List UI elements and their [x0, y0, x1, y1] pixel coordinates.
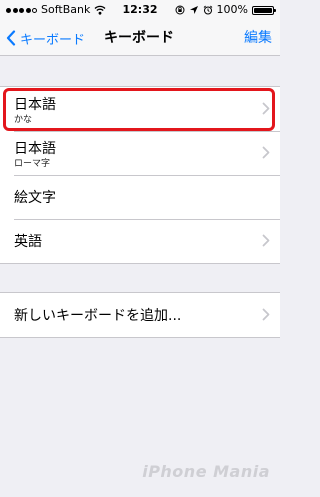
page-title: キーボード	[104, 30, 174, 46]
add-keyboard-group: 新しいキーボードを追加...	[0, 292, 280, 338]
alarm-icon	[203, 5, 212, 15]
add-keyboard-label: 新しいキーボードを追加...	[14, 308, 182, 324]
keyboard-subtitle: かな	[14, 115, 33, 125]
keyboard-item-japanese-romaji[interactable]: 日本語 ローマ字	[0, 131, 280, 175]
keyboard-item-emoji[interactable]: 絵文字	[0, 175, 280, 219]
navigation-bar: キーボード キーボード 編集	[0, 20, 280, 56]
chevron-right-icon	[262, 308, 270, 321]
keyboard-name: 英語	[14, 234, 42, 250]
status-bar: SoftBank 12:32 100%	[0, 0, 280, 20]
battery-icon	[252, 5, 276, 15]
keyboard-subtitle: ローマ字	[14, 159, 51, 169]
back-button[interactable]: キーボード	[6, 20, 85, 56]
rotation-lock-icon	[175, 5, 185, 15]
keyboard-name: 日本語	[14, 141, 56, 157]
keyboard-name: 日本語	[14, 97, 56, 113]
location-icon	[189, 6, 198, 14]
status-right: 100%	[175, 0, 276, 20]
watermark: iPhone Mania	[142, 462, 270, 481]
chevron-right-icon	[262, 234, 270, 247]
keyboard-item-japanese-kana[interactable]: 日本語 かな	[0, 87, 280, 131]
keyboard-list: 日本語 かな 日本語 ローマ字 絵文字 英語	[0, 86, 280, 264]
add-keyboard-button[interactable]: 新しいキーボードを追加...	[0, 293, 280, 337]
chevron-right-icon	[262, 102, 270, 115]
chevron-right-icon	[262, 146, 270, 159]
battery-percent: 100%	[216, 3, 248, 16]
keyboard-name: 絵文字	[14, 190, 56, 206]
edit-button[interactable]: 編集	[244, 20, 272, 56]
back-button-label: キーボード	[20, 32, 86, 48]
chevron-left-icon	[6, 30, 16, 46]
keyboard-item-english[interactable]: 英語	[0, 219, 280, 263]
